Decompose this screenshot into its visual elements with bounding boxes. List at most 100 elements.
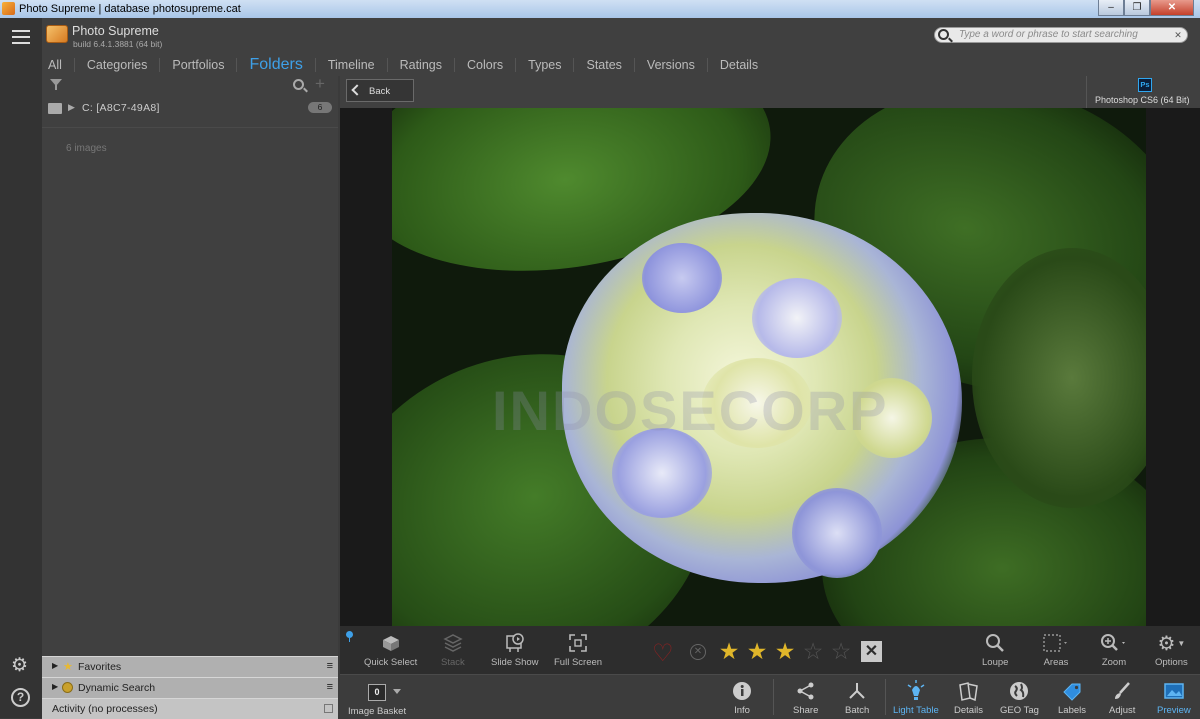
stack-button[interactable]: Stack bbox=[441, 632, 465, 668]
details-button[interactable]: Details bbox=[954, 679, 983, 716]
batch-icon bbox=[845, 679, 869, 703]
light-table-label: Light Table bbox=[893, 705, 939, 716]
tab-folders[interactable]: Folders bbox=[237, 57, 316, 73]
close-button[interactable]: ✕ bbox=[1150, 0, 1194, 16]
options-gear-icon: ⚙ ▼ bbox=[1157, 632, 1186, 655]
star-icon[interactable]: ☆ bbox=[827, 638, 855, 665]
info-icon bbox=[732, 679, 752, 703]
slide-show-label: Slide Show bbox=[491, 657, 539, 668]
batch-button[interactable]: Batch bbox=[845, 679, 869, 716]
divider bbox=[42, 127, 338, 128]
info-button[interactable]: Info bbox=[732, 679, 752, 716]
share-label: Share bbox=[793, 705, 819, 716]
tab-categories[interactable]: Categories bbox=[75, 58, 161, 72]
light-table-button[interactable]: Light Table bbox=[893, 679, 939, 716]
basket-dropdown-icon[interactable] bbox=[393, 689, 401, 694]
search-input[interactable]: Type a word or phrase to start searching… bbox=[934, 27, 1188, 43]
areas-label: Areas bbox=[1043, 657, 1069, 668]
external-editor-button[interactable]: Ps Photoshop CS6 (64 Bit) bbox=[1086, 76, 1200, 108]
star-rating[interactable]: ★ ★ ★ ☆ ☆ bbox=[715, 638, 855, 665]
details-icon bbox=[954, 679, 983, 703]
zoom-button[interactable]: Zoom bbox=[1100, 632, 1128, 668]
expand-arrow-icon[interactable]: ▶ bbox=[52, 682, 58, 691]
image-viewer: Back Ps Photoshop CS6 (64 Bit) INDOSECOR… bbox=[340, 76, 1200, 626]
petal-shape bbox=[792, 488, 882, 578]
preview-button[interactable]: Preview bbox=[1157, 679, 1191, 716]
full-screen-label: Full Screen bbox=[554, 657, 603, 668]
clear-search-icon[interactable]: ✕ bbox=[1173, 30, 1183, 40]
activity-expand-icon[interactable] bbox=[324, 704, 333, 713]
window-title: Photo Supreme | database photosupreme.ca… bbox=[19, 3, 241, 15]
dynamic-search-pane[interactable]: ▶ Dynamic Search ≡ bbox=[42, 677, 338, 698]
pane-menu-icon[interactable]: ≡ bbox=[327, 681, 333, 693]
hamburger-menu-icon[interactable] bbox=[12, 30, 30, 48]
activity-label: Activity (no processes) bbox=[52, 703, 158, 715]
clear-rating-icon[interactable]: ✕ bbox=[861, 641, 882, 662]
tab-portfolios[interactable]: Portfolios bbox=[160, 58, 238, 72]
image-basket-label[interactable]: Image Basket bbox=[348, 706, 406, 717]
geo-tag-button[interactable]: GEO Tag bbox=[1000, 679, 1039, 716]
reject-icon[interactable]: ✕ bbox=[690, 644, 706, 660]
star-icon: ★ bbox=[63, 661, 73, 673]
labels-icon bbox=[1058, 679, 1086, 703]
add-icon[interactable]: + bbox=[315, 74, 325, 94]
favorites-label: Favorites bbox=[78, 661, 122, 673]
favorites-pane[interactable]: ▶ ★ Favorites ≡ bbox=[42, 656, 338, 677]
photo-supreme-logo-icon bbox=[46, 25, 68, 43]
star-icon[interactable]: ☆ bbox=[799, 638, 827, 665]
divider bbox=[773, 679, 774, 715]
adjust-button[interactable]: Adjust bbox=[1109, 679, 1135, 716]
activity-pane[interactable]: Activity (no processes) bbox=[42, 698, 338, 719]
batch-label: Batch bbox=[845, 705, 870, 716]
filter-icon[interactable] bbox=[50, 79, 62, 90]
left-rail: ⚙ ? bbox=[0, 18, 42, 718]
back-button[interactable]: Back bbox=[346, 79, 414, 102]
slide-show-icon bbox=[491, 632, 539, 654]
tab-all[interactable]: All bbox=[42, 58, 75, 72]
options-button[interactable]: ⚙ ▼ Options bbox=[1155, 632, 1188, 669]
light-table-icon bbox=[893, 679, 939, 703]
slide-show-button[interactable]: Slide Show bbox=[491, 632, 539, 668]
tab-timeline[interactable]: Timeline bbox=[316, 58, 388, 72]
preview-icon bbox=[1157, 679, 1191, 703]
quick-select-label: Quick Select bbox=[364, 657, 418, 668]
star-icon[interactable]: ★ bbox=[771, 638, 799, 665]
category-tabs: All Categories Portfolios Folders Timeli… bbox=[42, 54, 770, 76]
tab-versions[interactable]: Versions bbox=[635, 58, 708, 72]
dynamic-search-icon bbox=[62, 682, 73, 693]
areas-button[interactable]: Areas bbox=[1042, 632, 1070, 668]
panel-search-icon[interactable] bbox=[293, 79, 304, 90]
loupe-button[interactable]: Loupe bbox=[982, 632, 1008, 668]
folder-row[interactable]: ▶ C: [A8C7-49A8] 6 bbox=[42, 100, 338, 120]
app-header: Photo Supreme build 6.4.1.3881 (64 bit) … bbox=[42, 18, 1200, 76]
tab-colors[interactable]: Colors bbox=[455, 58, 517, 72]
restore-button[interactable]: ❐ bbox=[1124, 0, 1150, 16]
expand-arrow-icon[interactable]: ▶ bbox=[68, 102, 75, 113]
stack-icon bbox=[441, 632, 465, 654]
photoshop-icon: Ps bbox=[1138, 78, 1152, 92]
preview-label: Preview bbox=[1157, 705, 1191, 716]
image-count: 6 images bbox=[66, 143, 107, 154]
petal-shape bbox=[752, 278, 842, 358]
minimize-button[interactable]: – bbox=[1098, 0, 1124, 16]
star-icon[interactable]: ★ bbox=[743, 638, 771, 665]
tab-details[interactable]: Details bbox=[708, 58, 770, 72]
tab-states[interactable]: States bbox=[574, 58, 635, 72]
preview-image[interactable]: INDOSECORP bbox=[392, 108, 1146, 626]
folder-count-badge: 6 bbox=[308, 102, 332, 113]
full-screen-button[interactable]: Full Screen bbox=[554, 632, 602, 668]
pin-icon[interactable] bbox=[346, 631, 353, 642]
share-button[interactable]: Share bbox=[793, 679, 818, 716]
labels-button[interactable]: Labels bbox=[1058, 679, 1086, 716]
tab-types[interactable]: Types bbox=[516, 58, 575, 72]
heart-icon[interactable]: ♡ bbox=[652, 639, 674, 668]
expand-arrow-icon[interactable]: ▶ bbox=[52, 661, 58, 670]
quick-select-button[interactable]: Quick Select bbox=[364, 632, 417, 668]
settings-gear-icon[interactable]: ⚙ bbox=[11, 654, 28, 677]
pane-menu-icon[interactable]: ≡ bbox=[327, 660, 333, 672]
star-icon[interactable]: ★ bbox=[715, 638, 743, 665]
external-editor-label: Photoshop CS6 (64 Bit) bbox=[1095, 95, 1190, 105]
tab-ratings[interactable]: Ratings bbox=[388, 58, 455, 72]
help-icon[interactable]: ? bbox=[11, 688, 30, 707]
image-basket-count[interactable]: 0 bbox=[368, 684, 386, 701]
